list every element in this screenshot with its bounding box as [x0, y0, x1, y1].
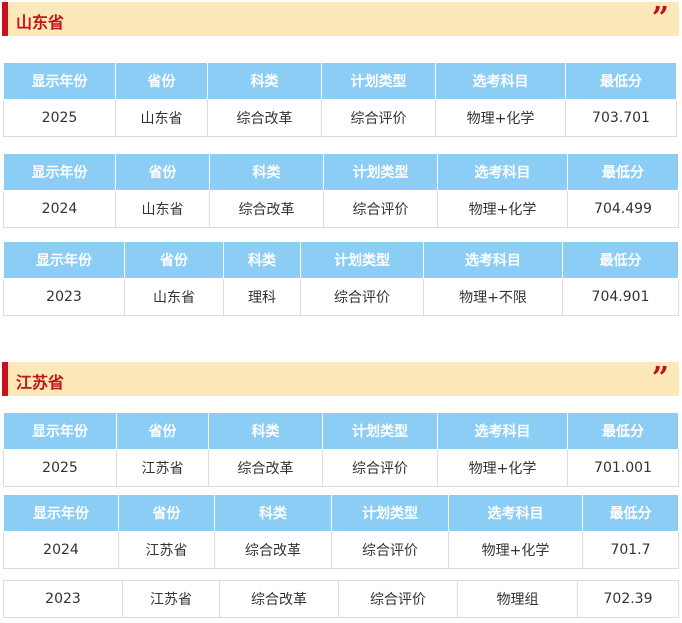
cell-year: 2023: [3, 580, 123, 618]
header-cell: 科类: [214, 494, 332, 532]
header-cell: 科类: [223, 241, 301, 279]
cell-subjects: 物理组: [457, 580, 578, 618]
cell-min-score: 704.499: [567, 190, 679, 228]
score-table: 显示年份 省份 科类 计划类型 选考科目 最低分 2024 江苏省 综合改革 综…: [3, 494, 679, 569]
section-header-shandong: 山东省 ”: [2, 2, 679, 36]
header-cell: 选考科目: [448, 494, 583, 532]
cell-min-score: 701.7: [582, 531, 679, 569]
cell-category: 综合改革: [209, 190, 324, 228]
table-row: 2024 江苏省 综合改革 综合评价 物理+化学 701.7: [3, 531, 679, 569]
header-cell: 显示年份: [3, 153, 116, 191]
header-cell: 显示年份: [3, 62, 116, 100]
cell-category: 综合改革: [208, 449, 323, 487]
table-row: 2024 山东省 综合改革 综合评价 物理+化学 704.499: [3, 190, 679, 228]
header-cell: 最低分: [562, 241, 679, 279]
header-cell: 计划类型: [331, 494, 449, 532]
table-header-row: 显示年份 省份 科类 计划类型 选考科目 最低分: [3, 412, 679, 450]
score-table: 显示年份 省份 科类 计划类型 选考科目 最低分 2023 山东省 理科 综合评…: [3, 241, 679, 316]
score-table: 2023 江苏省 综合改革 综合评价 物理组 702.39: [3, 580, 679, 618]
header-cell: 选考科目: [437, 412, 568, 450]
quote-mark-icon: ”: [651, 361, 669, 396]
header-cell: 最低分: [582, 494, 679, 532]
header-cell: 最低分: [565, 62, 677, 100]
cell-category: 综合改革: [207, 99, 322, 137]
section-title: 山东省: [16, 13, 65, 32]
cell-min-score: 704.901: [562, 278, 679, 316]
cell-category: 综合改革: [219, 580, 339, 618]
header-cell: 省份: [118, 494, 215, 532]
cell-year: 2025: [3, 449, 117, 487]
cell-subjects: 物理+不限: [423, 278, 563, 316]
header-cell: 计划类型: [322, 412, 438, 450]
cell-province: 山东省: [124, 278, 224, 316]
header-cell: 计划类型: [321, 62, 436, 100]
cell-year: 2025: [3, 99, 116, 137]
table-row: 2023 江苏省 综合改革 综合评价 物理组 702.39: [3, 580, 679, 618]
cell-province: 江苏省: [122, 580, 220, 618]
cell-year: 2024: [3, 190, 116, 228]
header-cell: 选考科目: [437, 153, 568, 191]
cell-category: 理科: [223, 278, 301, 316]
table-header-row: 显示年份 省份 科类 计划类型 选考科目 最低分: [3, 494, 679, 532]
header-cell: 最低分: [567, 153, 679, 191]
cell-min-score: 701.001: [567, 449, 679, 487]
cell-plan-type: 综合评价: [322, 449, 438, 487]
cell-min-score: 702.39: [577, 580, 679, 618]
header-cell: 选考科目: [435, 62, 566, 100]
cell-plan-type: 综合评价: [331, 531, 449, 569]
table-row: 2025 山东省 综合改革 综合评价 物理+化学 703.701: [3, 99, 677, 137]
header-cell: 显示年份: [3, 412, 117, 450]
header-cell: 计划类型: [323, 153, 438, 191]
cell-subjects: 物理+化学: [437, 449, 568, 487]
cell-subjects: 物理+化学: [448, 531, 583, 569]
header-cell: 显示年份: [3, 241, 125, 279]
header-cell: 最低分: [567, 412, 679, 450]
header-cell: 选考科目: [423, 241, 563, 279]
cell-province: 江苏省: [116, 449, 209, 487]
section-header-jiangsu: 江苏省 ”: [2, 362, 679, 396]
cell-plan-type: 综合评价: [338, 580, 458, 618]
header-cell: 省份: [115, 62, 208, 100]
header-cell: 显示年份: [3, 494, 119, 532]
score-table: 显示年份 省份 科类 计划类型 选考科目 最低分 2024 山东省 综合改革 综…: [3, 153, 679, 228]
cell-subjects: 物理+化学: [435, 99, 566, 137]
table-row: 2023 山东省 理科 综合评价 物理+不限 704.901: [3, 278, 679, 316]
header-cell: 计划类型: [300, 241, 424, 279]
section-title: 江苏省: [16, 373, 65, 392]
table-row: 2025 江苏省 综合改革 综合评价 物理+化学 701.001: [3, 449, 679, 487]
cell-min-score: 703.701: [565, 99, 677, 137]
quote-mark-icon: ”: [651, 1, 669, 36]
cell-plan-type: 综合评价: [300, 278, 424, 316]
cell-subjects: 物理+化学: [437, 190, 568, 228]
cell-plan-type: 综合评价: [323, 190, 438, 228]
cell-province: 山东省: [115, 190, 210, 228]
table-header-row: 显示年份 省份 科类 计划类型 选考科目 最低分: [3, 153, 679, 191]
header-cell: 省份: [115, 153, 210, 191]
header-cell: 省份: [124, 241, 224, 279]
table-header-row: 显示年份 省份 科类 计划类型 选考科目 最低分: [3, 62, 677, 100]
header-cell: 科类: [207, 62, 322, 100]
header-cell: 科类: [208, 412, 323, 450]
cell-year: 2023: [3, 278, 125, 316]
cell-category: 综合改革: [214, 531, 332, 569]
score-table: 显示年份 省份 科类 计划类型 选考科目 最低分 2025 江苏省 综合改革 综…: [3, 412, 679, 487]
header-cell: 科类: [209, 153, 324, 191]
cell-province: 江苏省: [118, 531, 215, 569]
cell-plan-type: 综合评价: [321, 99, 436, 137]
cell-province: 山东省: [115, 99, 208, 137]
score-table: 显示年份 省份 科类 计划类型 选考科目 最低分 2025 山东省 综合改革 综…: [3, 62, 677, 137]
header-cell: 省份: [116, 412, 209, 450]
table-header-row: 显示年份 省份 科类 计划类型 选考科目 最低分: [3, 241, 679, 279]
cell-year: 2024: [3, 531, 119, 569]
